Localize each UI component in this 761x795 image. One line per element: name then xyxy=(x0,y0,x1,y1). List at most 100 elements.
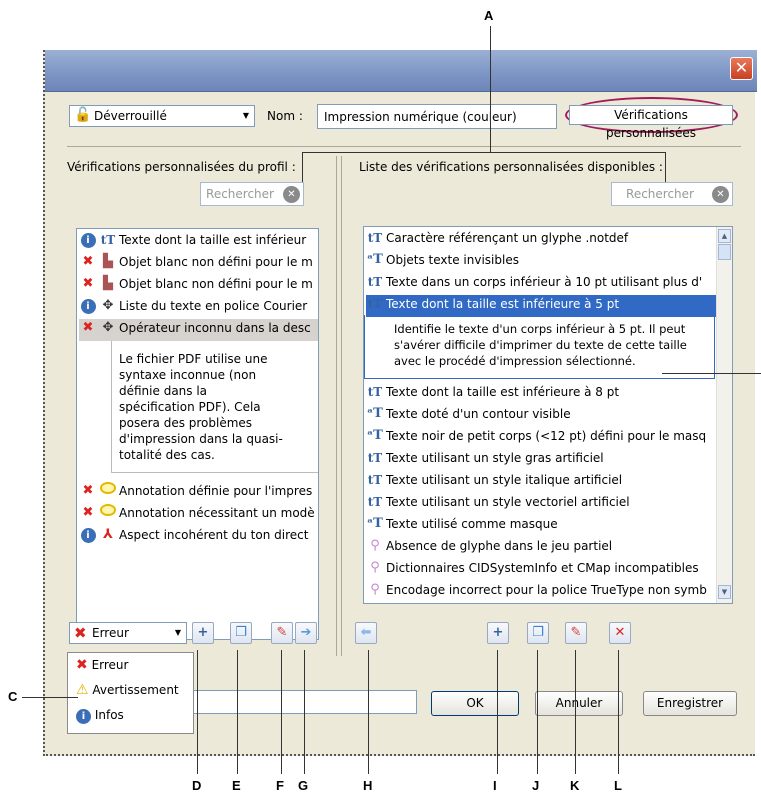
name-field[interactable]: Impression numérique (couleur) xyxy=(317,104,557,129)
duplicate-icon: ❐ xyxy=(532,625,544,640)
delete-check-button[interactable]: ✕ xyxy=(609,622,631,644)
close-button[interactable]: ✕ xyxy=(730,57,753,80)
callout-g: G xyxy=(298,778,309,793)
edit-check-button[interactable]: ✎ xyxy=(565,622,587,644)
severity-dropdown-menu: ✖ Erreur ⚠ Avertissement i Infos xyxy=(67,652,194,734)
close-icon: ✕ xyxy=(734,58,749,77)
object-icon: ▙ xyxy=(103,276,113,291)
list-item[interactable]: tT Caractère référençant un glyphe .notde… xyxy=(366,229,628,251)
callout-e: E xyxy=(232,778,241,793)
list-item[interactable]: ✖ Annotation nécessitant un modè xyxy=(79,504,315,526)
right-panel-title: Liste des vérifications personnalisées d… xyxy=(359,160,663,174)
pencil-icon: ✎ xyxy=(570,625,582,640)
move-left-button[interactable]: ⬅ xyxy=(355,622,377,644)
clear-search-icon[interactable]: ✕ xyxy=(283,186,300,203)
move-icon: ✥ xyxy=(102,298,114,313)
scrollbar[interactable]: ▲ ▼ xyxy=(716,227,732,603)
list-item-label: Objet blanc non défini pour le m xyxy=(119,277,313,291)
list-item[interactable]: tT Texte dont la taille est inférieure à … xyxy=(366,383,619,405)
error-icon: ✖ xyxy=(76,657,88,673)
cancel-button[interactable]: Annuler xyxy=(535,691,623,716)
panel-divider-2 xyxy=(341,156,342,656)
list-item[interactable]: tT Texte dans un corps inférieur à 10 pt … xyxy=(366,273,702,295)
bottom-text-field[interactable] xyxy=(165,690,417,714)
chevron-down-icon: ▼ xyxy=(242,111,250,120)
scroll-down-icon[interactable]: ▼ xyxy=(718,585,731,599)
text-icon: tT xyxy=(367,495,383,509)
move-right-button[interactable]: ➔ xyxy=(295,622,317,644)
list-item[interactable]: tT Texte dont la taille est inférieure à … xyxy=(366,295,716,317)
severity-option-warning[interactable]: ⚠ Avertissement xyxy=(76,682,179,704)
preflight-dialog: ✕ 🔓 Déverrouillé ▼ Nom : Impression numé… xyxy=(43,50,757,756)
duplicate-icon: ❐ xyxy=(235,625,247,640)
add-icon: + xyxy=(492,625,504,640)
list-item[interactable]: ᵃT Texte utilisé comme masque xyxy=(366,515,558,537)
list-item[interactable]: tT Texte utilisant un style gras artifici… xyxy=(366,449,604,471)
callout-a: A xyxy=(484,8,494,23)
callout-line-i xyxy=(497,650,498,774)
edit-button[interactable]: ✎ xyxy=(271,622,293,644)
right-search-input[interactable]: Rechercher ✕ xyxy=(611,182,733,206)
list-item[interactable]: ✖ ▙ Objet blanc non défini pour le m xyxy=(79,275,313,297)
list-item[interactable]: ᵃT Objets texte invisibles xyxy=(366,251,519,273)
list-item[interactable]: ᵃT Texte noir de petit corps (<12 pt) déf… xyxy=(366,427,706,449)
callout-f: F xyxy=(276,778,284,793)
list-item[interactable]: ✖ ✥ Opérateur inconnu dans la desc xyxy=(79,319,318,341)
custom-checks-button[interactable]: Vérifications personnalisées xyxy=(569,105,733,140)
list-item-label: Texte dont la taille est inférieure à 8 … xyxy=(386,385,620,399)
ok-button[interactable]: OK xyxy=(431,691,519,716)
callout-line-f xyxy=(281,650,282,774)
glyph-icon: ⚲ xyxy=(370,560,380,575)
clear-search-icon[interactable]: ✕ xyxy=(712,186,729,203)
severity-option-error[interactable]: ✖ Erreur xyxy=(76,657,128,679)
callout-c: C xyxy=(8,689,18,704)
callout-line-right xyxy=(662,373,761,374)
new-check-button[interactable]: + xyxy=(487,622,509,644)
list-item[interactable]: tT Texte utilisant un style vectoriel art… xyxy=(366,493,630,515)
list-item[interactable]: ⚲ Dictionnaires CIDSystemInfo et CMap inc… xyxy=(366,559,698,581)
severity-option-label: Avertissement xyxy=(92,683,179,697)
list-item-label: Annotation définie pour l'impres xyxy=(119,484,313,498)
severity-select[interactable]: ✖ Erreur ▼ xyxy=(69,622,187,644)
arrow-right-icon: ➔ xyxy=(300,625,312,640)
text-icon: tT xyxy=(367,231,383,245)
text-icon: tT xyxy=(367,451,383,465)
list-item[interactable]: tT Texte utilisant un style italique arti… xyxy=(366,471,622,493)
name-field-value: Impression numérique (couleur) xyxy=(324,110,517,124)
list-item[interactable]: ⚲ Absence de glyphe dans le jeu partiel xyxy=(366,537,612,559)
right-check-list[interactable]: ▲ ▼ tT Caractère référençant un glyphe .n… xyxy=(363,226,733,604)
list-item[interactable]: i tT Texte dont la taille est inférieur xyxy=(79,231,306,253)
list-item[interactable]: i ⅄ Aspect incohérent du ton direct xyxy=(79,526,308,548)
callout-line-a xyxy=(490,26,491,152)
move-icon: ✥ xyxy=(102,320,114,335)
list-item[interactable]: ⚲ Encodage incorrect pour la police TrueT… xyxy=(366,581,707,603)
object-icon: ▙ xyxy=(103,254,113,269)
list-item[interactable]: ᵃT Texte doté d'un contour visible xyxy=(366,405,570,427)
scroll-thumb[interactable] xyxy=(718,244,731,260)
severity-option-info[interactable]: i Infos xyxy=(76,708,124,730)
list-item[interactable]: ✖ Annotation définie pour l'impres xyxy=(79,482,312,504)
text-lock-icon: ᵃT xyxy=(367,428,383,443)
list-item-label: Texte utilisant un style vectoriel artif… xyxy=(386,495,630,509)
text-lock-icon: ᵃT xyxy=(367,516,383,531)
duplicate-button[interactable]: ❐ xyxy=(230,622,252,644)
add-to-profile-button[interactable]: + xyxy=(192,622,214,644)
callout-line-h xyxy=(368,650,369,774)
list-item-label: Opérateur inconnu dans la desc xyxy=(119,321,311,335)
right-check-description: Identifie le texte d'un corps inférieur … xyxy=(394,321,687,369)
callout-line-g xyxy=(304,650,305,774)
save-button[interactable]: Enregistrer xyxy=(643,691,737,716)
left-search-input[interactable]: Rechercher ✕ xyxy=(200,182,304,206)
callout-line-k xyxy=(575,650,576,774)
text-icon: tT xyxy=(100,233,116,247)
text-lock-icon: ᵃT xyxy=(367,406,383,421)
list-item-label: Texte utilisant un style gras artificiel xyxy=(386,451,604,465)
left-check-list[interactable]: i tT Texte dont la taille est inférieur ✖ ▙ O… xyxy=(76,228,319,640)
callout-i: I xyxy=(493,778,497,793)
scroll-up-icon[interactable]: ▲ xyxy=(718,229,731,243)
list-item[interactable]: i ✥ Liste du texte en police Courier xyxy=(79,297,307,319)
lock-state-select[interactable]: 🔓 Déverrouillé ▼ xyxy=(69,105,255,127)
duplicate-check-button[interactable]: ❐ xyxy=(527,622,549,644)
list-item[interactable]: ✖ ▙ Objet blanc non défini pour le m xyxy=(79,253,313,275)
left-panel-title: Vérifications personnalisées du profil : xyxy=(67,160,296,174)
